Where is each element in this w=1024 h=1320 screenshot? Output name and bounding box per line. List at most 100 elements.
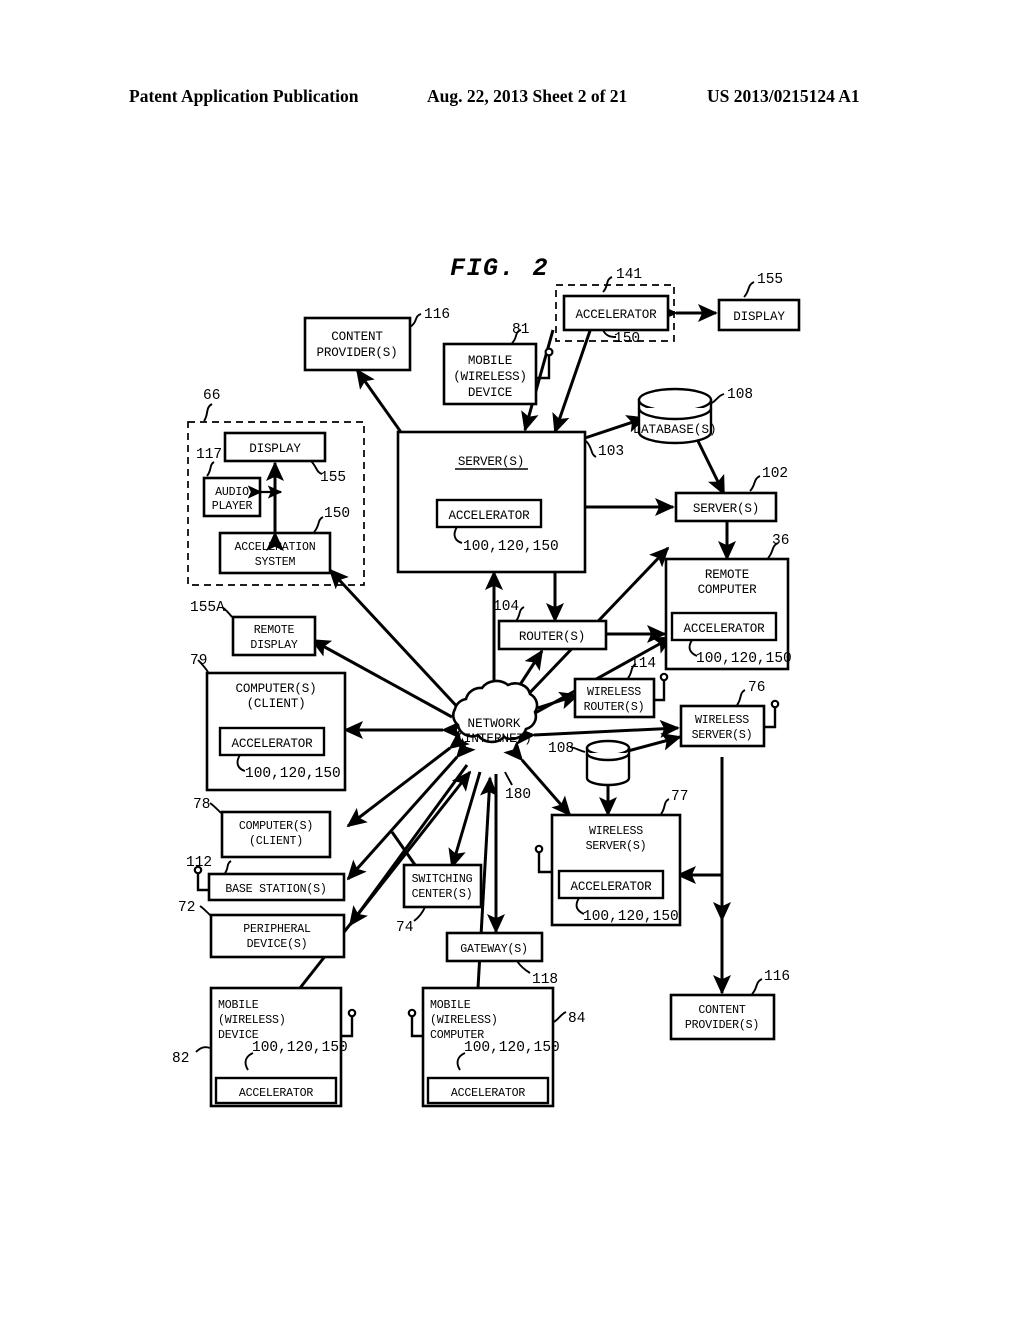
antenna-icon-76 [764, 699, 780, 729]
acceleration-system-line2: SYSTEM [255, 556, 296, 569]
node-content-provider-bottom[interactable]: CONTENT PROVIDER(S) [669, 993, 776, 1041]
ref-180: 180 [505, 787, 531, 803]
servers-main-label: SERVER(S) [458, 455, 524, 469]
patent-page: Patent Application Publication Aug. 22, … [0, 0, 1024, 1320]
node-database-108-lower[interactable] [585, 739, 631, 787]
ref-155A: 155A [190, 600, 225, 616]
node-remote-computer-36[interactable]: REMOTE COMPUTER ACCELERATOR 100,120,150 [664, 557, 792, 671]
node-network-cloud-180[interactable]: NETWORK (INTERNET) [452, 679, 539, 746]
cloud-line1: NETWORK [468, 717, 521, 731]
wireless-server-77-accelerator-label: ACCELERATOR [571, 880, 653, 894]
ref-74: 74 [396, 920, 413, 936]
computers-79-line2: (CLIENT) [247, 697, 306, 711]
content-provider-bottom-line1: CONTENT [698, 1004, 746, 1017]
node-wireless-server-77[interactable]: WIRELESS SERVER(S) ACCELERATOR 100,120,1… [550, 813, 682, 927]
accelerator-141-label: ACCELERATOR [576, 308, 658, 322]
node-wireless-router-114[interactable]: WIRELESS ROUTER(S) [573, 677, 656, 719]
wireless-server-76-line2: SERVER(S) [692, 729, 753, 742]
ref-81: 81 [512, 322, 529, 338]
node-servers-main[interactable]: SERVER(S) ACCELERATOR 100,120,150 [396, 430, 587, 574]
remote-computer-accel-refs: 100,120,150 [696, 651, 792, 667]
switching-center-line1: SWITCHING [412, 873, 473, 886]
wireless-server-77-line2: SERVER(S) [586, 840, 647, 853]
remote-computer-accelerator-label: ACCELERATOR [684, 622, 766, 636]
wireless-router-line2: ROUTER(S) [584, 701, 645, 714]
ref-36: 36 [772, 533, 789, 549]
node-mobile-computer-84[interactable]: MOBILE (WIRELESS) COMPUTER 100,120,150 A… [421, 986, 560, 1108]
ref-66: 66 [203, 388, 220, 404]
ref-102: 102 [762, 466, 788, 482]
ref-104: 104 [493, 599, 519, 615]
wireless-server-76-line1: WIRELESS [695, 714, 749, 727]
audio-player-line2: PLAYER [212, 500, 253, 513]
computers-78-line1: COMPUTER(S) [239, 820, 313, 833]
node-display-155-left[interactable]: DISPLAY [223, 431, 327, 463]
mobile-84-accelerator-label: ACCELERATOR [451, 1087, 526, 1100]
database-108-label: DATABASE(S) [633, 423, 716, 437]
servers-102-label: SERVER(S) [693, 502, 759, 516]
node-router-104[interactable]: ROUTER(S) [497, 619, 608, 651]
node-switching-center-74[interactable]: SWITCHING CENTER(S) [402, 863, 483, 909]
ref-79: 79 [190, 653, 207, 669]
ref-108-top: 108 [727, 387, 753, 403]
ref-84: 84 [568, 1011, 585, 1027]
figure-2-diagram: FIG. 2 CONTENT PROVIDER(S) 116 MOBILE (W… [172, 254, 801, 1108]
ref-117: 117 [196, 447, 222, 463]
ref-82: 82 [172, 1051, 189, 1067]
node-remote-display-155a[interactable]: REMOTE DISPLAY [231, 615, 317, 657]
ref-103: 103 [598, 444, 624, 460]
ref-155-left: 155 [320, 470, 346, 486]
node-wireless-server-76[interactable]: WIRELESS SERVER(S) [679, 704, 766, 748]
mobile-82-accelerator-label: ACCELERATOR [239, 1087, 314, 1100]
ref-108-lower: 108 [548, 741, 574, 757]
node-computers-client-78[interactable]: COMPUTER(S) (CLIENT) [220, 810, 332, 859]
router-104-label: ROUTER(S) [519, 630, 585, 644]
antenna-icon-114 [654, 672, 669, 702]
remote-computer-line1: REMOTE [705, 568, 749, 582]
mobile-82-line2: (WIRELESS) [218, 1014, 286, 1027]
gateway-label: GATEWAY(S) [460, 943, 528, 956]
cloud-line2: (INTERNET) [456, 732, 532, 746]
ref-77: 77 [671, 789, 688, 805]
wireless-server-77-accel-refs: 100,120,150 [583, 909, 679, 925]
display-155-top-label: DISPLAY [733, 310, 785, 324]
node-peripheral-device-72[interactable]: PERIPHERAL DEVICE(S) [209, 913, 346, 959]
node-mobile-device-82[interactable]: MOBILE (WIRELESS) DEVICE 100,120,150 ACC… [209, 986, 348, 1108]
ref-118: 118 [532, 972, 558, 988]
node-mobile-wireless-device-81[interactable]: MOBILE (WIRELESS) DEVICE [442, 342, 538, 406]
mobile-82-line1: MOBILE [218, 999, 259, 1012]
node-computers-client-79[interactable]: COMPUTER(S) (CLIENT) ACCELERATOR 100,120… [205, 671, 347, 792]
figure-title: FIG. 2 [450, 254, 549, 283]
ref-76: 76 [748, 680, 765, 696]
remote-display-line1: REMOTE [254, 624, 295, 637]
ref-72: 72 [178, 900, 195, 916]
servers-main-accelerator-label: ACCELERATOR [449, 509, 531, 523]
audio-player-line1: AUDIO [215, 486, 249, 499]
computers-79-line1: COMPUTER(S) [236, 682, 317, 696]
ref-150-accel141: 150 [614, 331, 640, 347]
remote-computer-line2: COMPUTER [698, 583, 758, 597]
mobile-81-line1: MOBILE [468, 354, 512, 368]
computers-79-accelerator-label: ACCELERATOR [232, 737, 314, 751]
node-database-108[interactable]: DATABASE(S) [633, 387, 717, 445]
ref-155-top: 155 [757, 272, 783, 288]
node-content-provider-top[interactable]: CONTENT PROVIDER(S) [303, 316, 412, 372]
ref-112: 112 [186, 855, 212, 871]
mobile-82-accel-refs: 100,120,150 [252, 1040, 348, 1056]
content-provider-top-line1: CONTENT [331, 330, 383, 344]
remote-display-line2: DISPLAY [250, 639, 298, 652]
node-acceleration-system-150[interactable]: ACCELERATION SYSTEM [218, 531, 332, 575]
node-servers-102[interactable]: SERVER(S) [674, 491, 778, 523]
node-display-155-top[interactable]: DISPLAY [717, 298, 801, 332]
node-gateway-118[interactable]: GATEWAY(S) [445, 931, 544, 963]
wireless-router-line1: WIRELESS [587, 686, 641, 699]
computers-79-accel-refs: 100,120,150 [245, 766, 341, 782]
ref-116-top: 116 [424, 307, 450, 323]
switching-center-line2: CENTER(S) [412, 888, 473, 901]
content-provider-top-line2: PROVIDER(S) [317, 346, 398, 360]
peripheral-line2: DEVICE(S) [247, 938, 308, 951]
node-accelerator-141[interactable]: ACCELERATOR [562, 294, 670, 332]
node-base-station-112[interactable]: BASE STATION(S) [207, 872, 346, 902]
ref-116-bottom: 116 [764, 969, 790, 985]
node-audio-player-117[interactable]: AUDIO PLAYER [202, 476, 262, 518]
